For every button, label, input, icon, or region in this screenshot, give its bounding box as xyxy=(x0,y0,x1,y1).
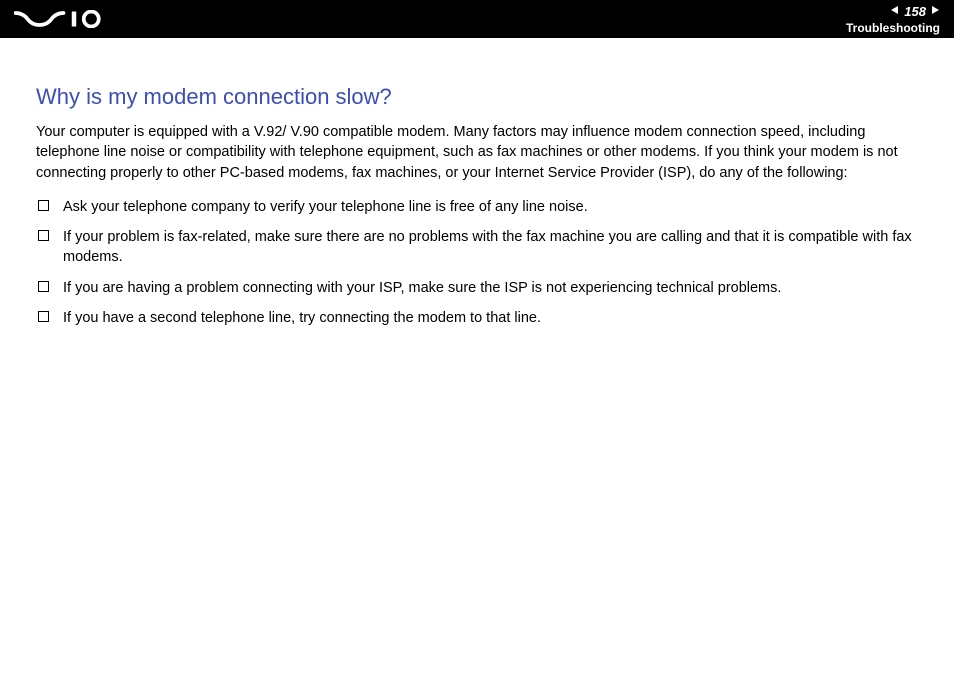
bullet-text: If your problem is fax-related, make sur… xyxy=(63,227,918,268)
header-right: 158 Troubleshooting xyxy=(846,4,940,35)
bullet-text: Ask your telephone company to verify you… xyxy=(63,197,918,217)
list-item: If your problem is fax-related, make sur… xyxy=(36,227,918,268)
bullet-icon xyxy=(38,230,49,241)
section-label: Troubleshooting xyxy=(846,21,940,35)
next-page-arrow-icon[interactable] xyxy=(930,5,940,18)
bullet-list: Ask your telephone company to verify you… xyxy=(36,197,918,328)
bullet-icon xyxy=(38,311,49,322)
bullet-text: If you are having a problem connecting w… xyxy=(63,278,918,298)
bullet-icon xyxy=(38,200,49,211)
vaio-logo xyxy=(14,0,119,38)
list-item: If you are having a problem connecting w… xyxy=(36,278,918,298)
list-item: Ask your telephone company to verify you… xyxy=(36,197,918,217)
prev-page-arrow-icon[interactable] xyxy=(890,5,900,18)
page-number: 158 xyxy=(904,4,926,19)
bullet-icon xyxy=(38,281,49,292)
intro-paragraph: Your computer is equipped with a V.92/ V… xyxy=(36,122,918,183)
list-item: If you have a second telephone line, try… xyxy=(36,308,918,328)
page-title: Why is my modem connection slow? xyxy=(36,84,918,110)
page-content: Why is my modem connection slow? Your co… xyxy=(0,38,954,328)
page-nav: 158 xyxy=(890,4,940,19)
bullet-text: If you have a second telephone line, try… xyxy=(63,308,918,328)
page-header: 158 Troubleshooting xyxy=(0,0,954,38)
